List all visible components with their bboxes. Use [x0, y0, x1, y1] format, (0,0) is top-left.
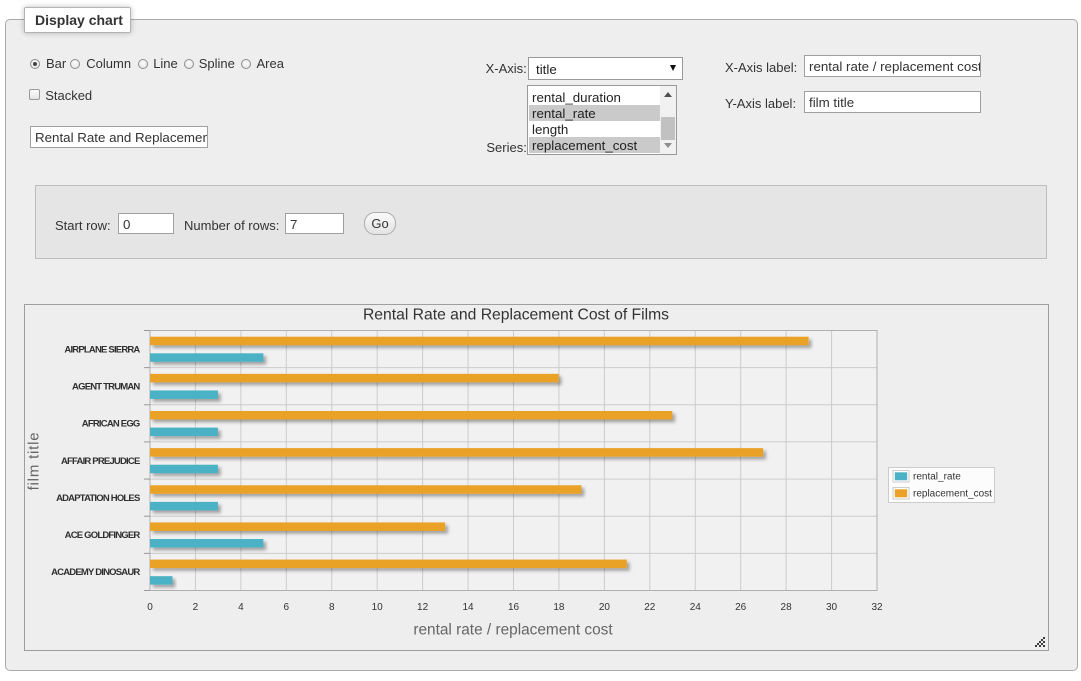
- svg-text:8: 8: [329, 602, 335, 613]
- svg-text:0: 0: [147, 602, 153, 613]
- svg-text:14: 14: [462, 602, 474, 613]
- svg-text:24: 24: [690, 602, 702, 613]
- svg-text:18: 18: [553, 602, 565, 613]
- svg-text:10: 10: [372, 602, 384, 613]
- svg-text:30: 30: [826, 602, 838, 613]
- svg-text:Rental Rate and Replacement Co: Rental Rate and Replacement Cost of Film…: [363, 307, 669, 324]
- svg-text:AGENT TRUMAN: AGENT TRUMAN: [72, 382, 140, 393]
- svg-text:16: 16: [508, 602, 520, 613]
- svg-text:12: 12: [417, 602, 429, 613]
- svg-text:rental_rate: rental_rate: [913, 472, 961, 483]
- svg-text:22: 22: [644, 602, 656, 613]
- svg-text:ACE GOLDFINGER: ACE GOLDFINGER: [65, 530, 141, 541]
- svg-text:26: 26: [735, 602, 747, 613]
- svg-text:6: 6: [284, 602, 290, 613]
- svg-text:film title: film title: [25, 432, 42, 491]
- svg-text:replacement_cost: replacement_cost: [913, 488, 992, 499]
- svg-text:4: 4: [238, 602, 244, 613]
- svg-text:ACADEMY DINOSAUR: ACADEMY DINOSAUR: [51, 567, 140, 578]
- svg-text:rental rate / replacement cost: rental rate / replacement cost: [413, 622, 613, 639]
- svg-text:AFFAIR PREJUDICE: AFFAIR PREJUDICE: [61, 456, 140, 467]
- svg-text:AFRICAN EGG: AFRICAN EGG: [82, 419, 140, 430]
- svg-text:32: 32: [871, 602, 883, 613]
- svg-text:AIRPLANE SIERRA: AIRPLANE SIERRA: [64, 344, 140, 355]
- svg-text:ADAPTATION HOLES: ADAPTATION HOLES: [56, 493, 140, 504]
- svg-text:28: 28: [781, 602, 793, 613]
- svg-text:20: 20: [599, 602, 611, 613]
- svg-text:2: 2: [193, 602, 199, 613]
